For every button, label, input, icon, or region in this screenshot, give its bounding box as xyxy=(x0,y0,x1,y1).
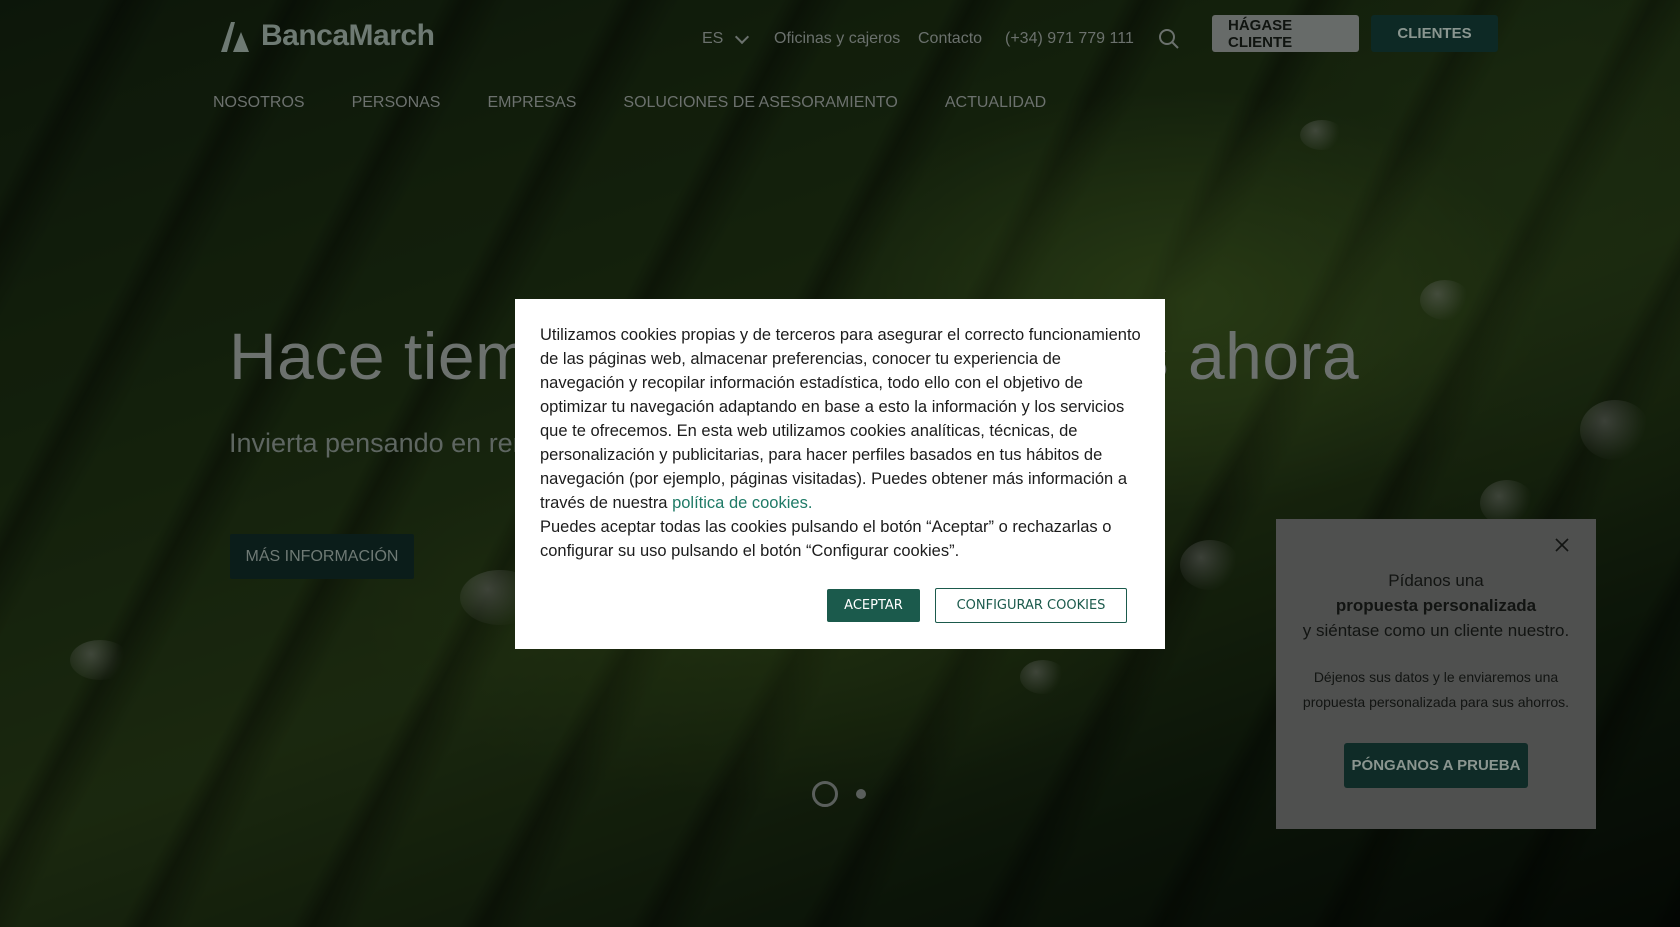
panel-line-3: y siéntase como un cliente nuestro. xyxy=(1302,621,1570,640)
carousel-dot-active[interactable] xyxy=(812,781,838,807)
cookie-paragraph-2: Puedes aceptar todas las cookies pulsand… xyxy=(540,518,1112,560)
panel-line-2: propuesta personalizada xyxy=(1335,596,1537,615)
hagase-cliente-button[interactable]: HÁGASE CLIENTE xyxy=(1212,15,1359,52)
main-nav: NOSOTROS PERSONAS EMPRESAS SOLUCIONES DE… xyxy=(213,94,1093,112)
hero-subtitle: Invierta pensando en ren xyxy=(229,428,528,458)
nav-item-actualidad[interactable]: ACTUALIDAD xyxy=(945,94,1046,112)
cookie-consent-modal: Utilizamos cookies propias y de terceros… xyxy=(515,299,1165,649)
chevron-down-icon xyxy=(735,29,750,44)
logo-text: BancaMarch xyxy=(261,19,435,52)
cookie-policy-link[interactable]: política de cookies. xyxy=(672,494,812,512)
nav-item-personas[interactable]: PERSONAS xyxy=(352,94,441,112)
hero-title-right: s ahora xyxy=(1135,319,1360,393)
clientes-button[interactable]: CLIENTES xyxy=(1371,15,1498,52)
panel-description: Déjenos sus datos y le enviaremos una pr… xyxy=(1302,669,1570,710)
panel-line-1: Pídanos una xyxy=(1388,571,1484,590)
mas-informacion-button[interactable]: MÁS INFORMACIÓN xyxy=(230,534,414,579)
search-icon[interactable] xyxy=(1158,28,1180,50)
link-oficinas-cajeros[interactable]: Oficinas y cajeros xyxy=(774,30,900,48)
nav-item-empresas[interactable]: EMPRESAS xyxy=(487,94,576,112)
carousel-dot[interactable] xyxy=(856,789,866,799)
accept-cookies-button[interactable]: ACEPTAR xyxy=(827,589,920,622)
hero-title-left: Hace tiem xyxy=(229,319,531,393)
banca-march-logo[interactable]: BancaMarch xyxy=(219,18,435,54)
personalized-offer-panel: Pídanos una propuesta personalizada y si… xyxy=(1276,519,1596,829)
link-contacto[interactable]: Contacto xyxy=(918,30,982,48)
close-icon[interactable] xyxy=(1554,537,1570,553)
link-phone[interactable]: (+34) 971 779 111 xyxy=(1005,30,1134,48)
configure-cookies-button[interactable]: CONFIGURAR COOKIES xyxy=(935,588,1127,623)
cookie-paragraph-1: Utilizamos cookies propias y de terceros… xyxy=(540,326,1141,512)
ponganos-a-prueba-button[interactable]: PÓNGANOS A PRUEBA xyxy=(1344,743,1528,788)
language-selector[interactable]: ES xyxy=(702,29,750,48)
nav-item-soluciones[interactable]: SOLUCIONES DE ASESORAMIENTO xyxy=(623,94,897,112)
carousel-dots xyxy=(812,781,866,807)
cookie-text: Utilizamos cookies propias y de terceros… xyxy=(540,323,1142,563)
language-label: ES xyxy=(702,30,724,47)
nav-item-nosotros[interactable]: NOSOTROS xyxy=(213,94,305,112)
logo-mark-icon xyxy=(221,22,249,52)
